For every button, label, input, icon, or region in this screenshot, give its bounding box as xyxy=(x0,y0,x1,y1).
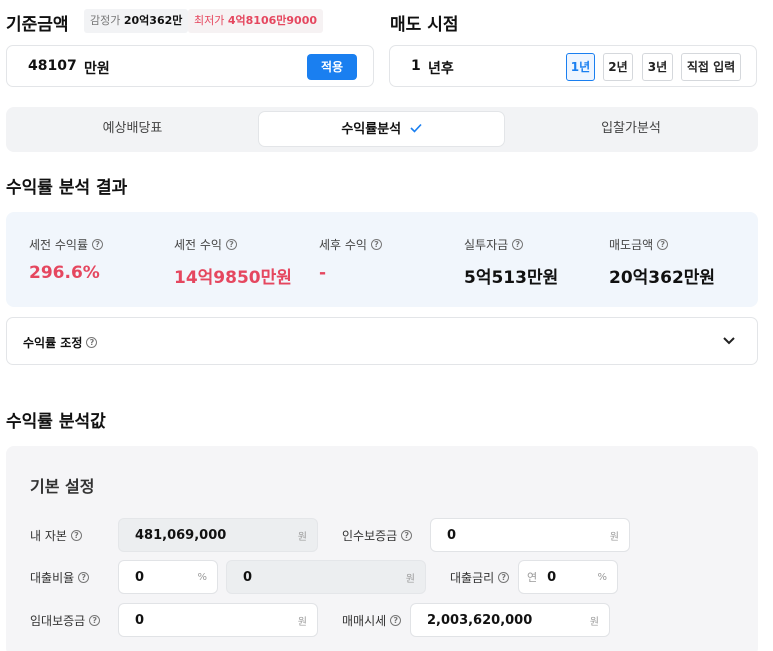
deposit-value[interactable]: 0 xyxy=(447,528,610,543)
interest-prefix: 연 xyxy=(527,571,538,584)
interest-field-label: 대출금리? xyxy=(450,560,510,594)
interest-field[interactable]: 연 0 % xyxy=(518,560,618,594)
help-icon[interactable]: ? xyxy=(86,337,98,348)
market-price-value[interactable]: 2,003,620,000 xyxy=(427,613,590,628)
metric-value: 14억9850만원 xyxy=(174,268,292,288)
help-icon[interactable]: ? xyxy=(498,571,510,583)
equity-label: 내 자본 xyxy=(30,528,67,543)
equity-field-label: 내 자본? xyxy=(30,518,82,552)
loan-ratio-field[interactable]: 0 % xyxy=(118,560,218,594)
metric-aftertax-profit: 세후 수익? - xyxy=(319,236,382,283)
metric-pretax-profit: 세전 수익? 14억9850만원 xyxy=(174,236,292,288)
base-amount-value[interactable]: 48107 xyxy=(28,58,77,74)
help-icon[interactable]: ? xyxy=(92,239,104,250)
metric-label: 세전 수익 xyxy=(174,238,222,252)
min-price-chip: 최저가 4억8106만9000 xyxy=(188,9,323,33)
tab-bid-analysis[interactable]: 입찰가분석 xyxy=(508,111,754,147)
metric-label: 세전 수익률 xyxy=(29,238,89,252)
metric-value: 5억513만원 xyxy=(464,268,559,288)
result-title: 수익률 분석 결과 xyxy=(6,178,128,198)
lease-deposit-unit: 원 xyxy=(297,616,307,628)
deposit-unit: 원 xyxy=(609,531,619,543)
analysis-values-title: 수익률 분석값 xyxy=(6,412,106,432)
appraisal-value: 20억362만 xyxy=(123,14,183,27)
loan-ratio-value[interactable]: 0 xyxy=(135,570,197,585)
help-icon[interactable]: ? xyxy=(512,239,524,250)
loan-amount-value: 0 xyxy=(243,569,253,585)
equity-value: 481,069,000 xyxy=(135,527,227,543)
result-panel: 세전 수익률? 296.6% 세전 수익? 14억9850만원 세후 수익? -… xyxy=(6,212,758,307)
base-amount-title: 기준금액 xyxy=(6,15,69,35)
interest-unit: % xyxy=(597,571,607,583)
metric-label: 실투자금 xyxy=(464,238,509,252)
help-icon[interactable]: ? xyxy=(401,529,413,541)
min-price-value: 4억8106만9000 xyxy=(227,14,317,27)
metric-value: 296.6% xyxy=(29,263,100,283)
metric-sale-amount: 매도금액? 20억362만원 xyxy=(609,236,715,288)
interest-label: 대출금리 xyxy=(450,570,495,585)
tab-dividend-table[interactable]: 예상배당표 xyxy=(10,111,255,147)
metric-value: 20억362만원 xyxy=(609,268,716,288)
help-icon[interactable]: ? xyxy=(370,239,382,250)
help-icon[interactable]: ? xyxy=(89,614,101,626)
interest-value[interactable]: 0 xyxy=(547,570,597,585)
sell-timing-box: 1 년후 1년 2년 3년 직접 입력 xyxy=(389,45,757,87)
deposit-field[interactable]: 0 원 xyxy=(430,518,630,552)
lease-deposit-field-label: 임대보증금? xyxy=(30,603,101,637)
market-price-field[interactable]: 2,003,620,000 원 xyxy=(410,603,610,637)
help-icon[interactable]: ? xyxy=(657,239,669,250)
deposit-field-label: 인수보증금? xyxy=(342,518,413,552)
yield-adjust-toggle[interactable]: 수익률 조정 ? xyxy=(6,317,758,365)
check-icon xyxy=(410,123,422,133)
loan-ratio-field-label: 대출비율? xyxy=(30,560,90,594)
appraisal-label: 감정가 xyxy=(90,14,121,27)
base-amount-input-box[interactable]: 48107 만원 적용 xyxy=(6,45,374,87)
market-price-label: 매매시세 xyxy=(342,613,387,628)
equity-field: 481,069,000 원 xyxy=(118,518,318,552)
help-icon[interactable]: ? xyxy=(225,239,237,250)
year-option-3[interactable]: 3년 xyxy=(642,53,673,81)
metric-label: 세후 수익 xyxy=(319,238,367,252)
year-option-1[interactable]: 1년 xyxy=(566,53,595,81)
help-icon[interactable]: ? xyxy=(70,529,82,541)
metric-actual-investment: 실투자금? 5억513만원 xyxy=(464,236,558,288)
market-price-field-label: 매매시세? xyxy=(342,603,402,637)
lease-deposit-field[interactable]: 0 원 xyxy=(118,603,318,637)
loan-ratio-label: 대출비율 xyxy=(30,570,75,585)
deposit-label: 인수보증금 xyxy=(342,528,398,543)
basic-settings-title: 기본 설정 xyxy=(30,477,95,496)
market-price-unit: 원 xyxy=(589,616,599,628)
analysis-tabs: 예상배당표 수익률분석 입찰가분석 xyxy=(6,107,758,152)
sell-years-value[interactable]: 1 xyxy=(411,58,421,74)
base-amount-unit: 만원 xyxy=(84,61,110,77)
loan-amount-field: 0 원 xyxy=(226,560,426,594)
loan-amount-unit: 원 xyxy=(405,573,415,585)
help-icon[interactable]: ? xyxy=(78,571,90,583)
basic-settings-panel: 기본 설정 내 자본? 481,069,000 원 인수보증금? 0 원 대출비… xyxy=(6,446,758,651)
yield-adjust-label: 수익률 조정 xyxy=(23,336,83,350)
metric-label: 매도금액 xyxy=(609,238,654,252)
help-icon[interactable]: ? xyxy=(390,614,402,626)
sell-timing-title: 매도 시점 xyxy=(390,15,459,35)
min-price-label: 최저가 xyxy=(194,14,225,27)
loan-ratio-unit: % xyxy=(197,571,207,583)
year-option-2[interactable]: 2년 xyxy=(603,53,633,81)
lease-deposit-value[interactable]: 0 xyxy=(135,613,298,628)
metric-pretax-yield: 세전 수익률? 296.6% xyxy=(29,236,104,283)
lease-deposit-label: 임대보증금 xyxy=(30,613,86,628)
apply-button[interactable]: 적용 xyxy=(307,54,357,80)
tab-yield-analysis-label: 수익률분석 xyxy=(341,122,402,137)
chevron-down-icon[interactable] xyxy=(722,336,736,346)
sell-years-unit: 년후 xyxy=(428,61,454,77)
metric-value: - xyxy=(319,263,327,283)
tab-yield-analysis[interactable]: 수익률분석 xyxy=(258,111,505,147)
equity-unit: 원 xyxy=(297,531,307,543)
year-option-custom[interactable]: 직접 입력 xyxy=(681,53,741,81)
appraisal-chip: 감정가 20억362만 xyxy=(84,9,189,33)
